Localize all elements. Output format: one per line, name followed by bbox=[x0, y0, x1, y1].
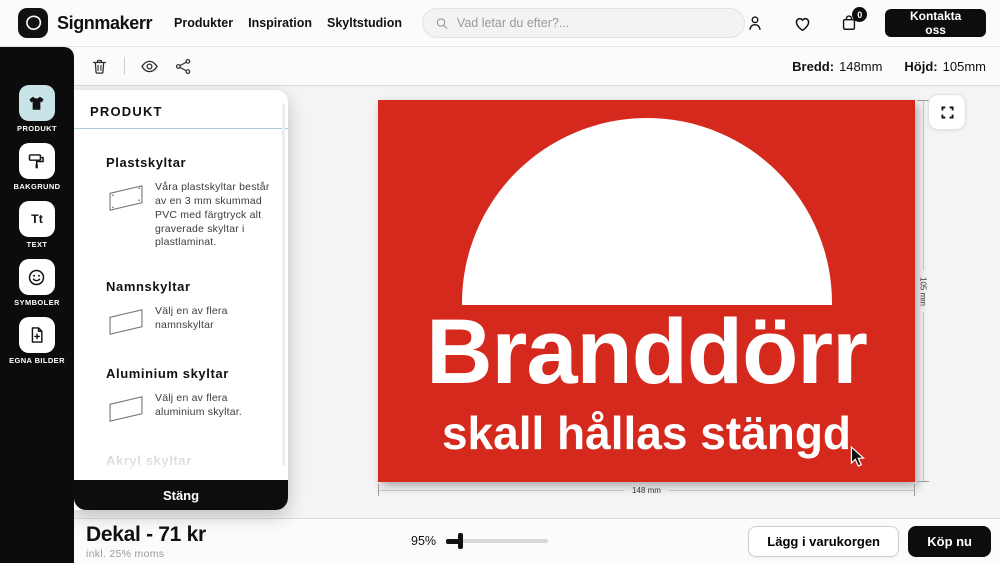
share-icon[interactable] bbox=[174, 57, 193, 76]
height-dimension-label: 105 mm bbox=[919, 270, 928, 313]
main-nav: Produkter Inspiration Skyltstudion bbox=[174, 16, 402, 30]
cart-button[interactable]: 0 bbox=[839, 13, 859, 33]
sidebar-item-text[interactable]: Tt TEXT bbox=[19, 201, 55, 249]
nav-link-produkter[interactable]: Produkter bbox=[174, 16, 233, 30]
zoom-level-label: 95% bbox=[411, 534, 436, 548]
bottom-bar: Dekal - 71 kr inkl. 25% moms 95% Lägg i … bbox=[74, 518, 1000, 563]
sign-preview[interactable]: Branddörr skall hållas stängd bbox=[378, 100, 915, 482]
panel-scrollbar[interactable] bbox=[282, 104, 285, 466]
tshirt-icon bbox=[19, 85, 55, 121]
sidebar-item-produkt[interactable]: PRODUKT bbox=[17, 85, 57, 133]
product-list: Plastskyltar Våra plastskyltar består av… bbox=[74, 129, 288, 510]
width-dimension-line: 148 mm bbox=[378, 484, 915, 496]
close-panel-button[interactable]: Stäng bbox=[74, 480, 288, 510]
width-dimension-label: 148 mm bbox=[624, 486, 669, 495]
width-dimension: Bredd:148mm bbox=[792, 59, 882, 74]
add-to-cart-button[interactable]: Lägg i varukorgen bbox=[748, 526, 899, 557]
search-input[interactable] bbox=[457, 16, 732, 30]
tool-sidebar: PRODUKT BAKGRUND Tt TEXT bbox=[0, 47, 74, 563]
sidebar-item-symboler[interactable]: SYMBOLER bbox=[14, 259, 60, 307]
sign-dome-shape bbox=[462, 118, 832, 305]
sign-dimensions: Bredd:148mm Höjd:105mm bbox=[792, 59, 986, 74]
price-block: Dekal - 71 kr inkl. 25% moms bbox=[86, 523, 206, 560]
product-panel: PRODUKT Plastskyltar Våra plastskyltar b… bbox=[74, 90, 288, 510]
fullscreen-button[interactable] bbox=[928, 94, 966, 130]
buy-now-button[interactable]: Köp nu bbox=[908, 526, 991, 557]
sidebar-item-bakgrund[interactable]: BAKGRUND bbox=[14, 143, 61, 191]
paint-roller-icon bbox=[19, 143, 55, 179]
sign-plate-icon bbox=[106, 307, 146, 337]
sign-text-line2[interactable]: skall hållas stängd bbox=[378, 410, 915, 456]
zoom-control: 95% bbox=[411, 533, 548, 549]
editor-toolbar: Bredd:148mm Höjd:105mm bbox=[74, 47, 1000, 86]
product-item-aluminium[interactable]: Aluminium skyltar Välj en av flera alumi… bbox=[106, 366, 274, 424]
svg-text:Tt: Tt bbox=[31, 212, 43, 226]
preview-eye-icon[interactable] bbox=[140, 57, 159, 76]
cart-count-badge: 0 bbox=[852, 7, 867, 22]
nav-link-skyltstudion[interactable]: Skyltstudion bbox=[327, 16, 402, 30]
navbar-icons: 0 bbox=[745, 13, 859, 33]
pebble-icon bbox=[22, 12, 44, 34]
brand-logo-icon[interactable] bbox=[18, 8, 48, 38]
sidebar-item-egna-bilder[interactable]: EGNA BILDER bbox=[9, 317, 65, 365]
product-price: Dekal - 71 kr bbox=[86, 523, 206, 547]
product-item-plastskyltar[interactable]: Plastskyltar Våra plastskyltar består av… bbox=[106, 155, 274, 250]
vat-note: inkl. 25% moms bbox=[86, 548, 206, 560]
height-dimension: Höjd:105mm bbox=[904, 59, 986, 74]
file-add-icon bbox=[19, 317, 55, 353]
signmaker-app: Signmakerr Produkter Inspiration Skyltst… bbox=[0, 0, 1000, 563]
search-icon bbox=[435, 16, 449, 31]
favorites-button[interactable] bbox=[792, 13, 812, 33]
sign-plate-icon bbox=[106, 183, 146, 213]
text-style-icon: Tt bbox=[19, 201, 55, 237]
height-dimension-line: 105 mm bbox=[917, 100, 929, 482]
person-icon bbox=[745, 13, 765, 33]
sign-text-line1[interactable]: Branddörr bbox=[378, 306, 915, 398]
heart-icon bbox=[792, 13, 813, 34]
zoom-slider[interactable] bbox=[446, 533, 548, 549]
search-bar[interactable] bbox=[422, 8, 745, 38]
fullscreen-icon bbox=[939, 104, 956, 121]
smiley-icon bbox=[19, 259, 55, 295]
sign-plate-icon bbox=[106, 394, 146, 424]
nav-link-inspiration[interactable]: Inspiration bbox=[248, 16, 312, 30]
zoom-slider-handle[interactable] bbox=[458, 533, 463, 549]
product-item-namnskyltar[interactable]: Namnskyltar Välj en av flera namnskyltar bbox=[106, 279, 274, 337]
delete-icon[interactable] bbox=[90, 57, 109, 76]
contact-button[interactable]: Kontakta oss bbox=[885, 9, 986, 37]
brand-name[interactable]: Signmakerr bbox=[57, 13, 152, 34]
account-button[interactable] bbox=[745, 13, 765, 33]
toolbar-divider bbox=[124, 57, 125, 75]
top-navbar: Signmakerr Produkter Inspiration Skyltst… bbox=[0, 0, 1000, 47]
panel-title: PRODUKT bbox=[74, 90, 288, 128]
